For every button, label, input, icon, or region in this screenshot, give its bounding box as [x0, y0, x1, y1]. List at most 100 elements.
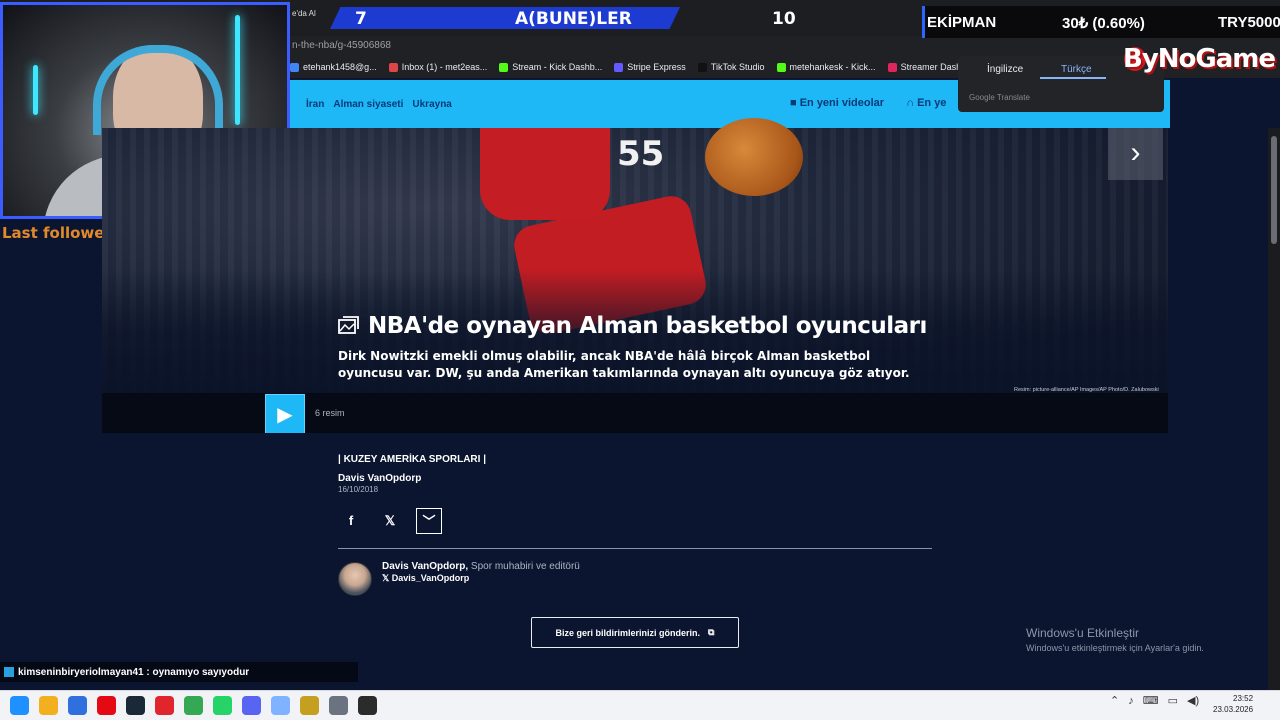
nav-item-iran[interactable]: İran: [306, 99, 324, 110]
score-right-value: 10: [772, 9, 796, 29]
x-icon: 𝕏: [382, 573, 392, 583]
netflix-icon[interactable]: [97, 696, 116, 715]
bookmark-item[interactable]: TikTok Studio: [697, 62, 765, 72]
article-category[interactable]: | KUZEY AMERİKA SPORLARI |: [338, 454, 486, 465]
opera-icon[interactable]: [155, 696, 174, 715]
chat-message: kimseninbiryeriolmayan41 : oynamıyo sayı…: [18, 666, 250, 678]
article-author[interactable]: Davis VanOpdorp: [338, 473, 421, 484]
feedback-button[interactable]: Bize geri bildirimlerinizi gönderin. ⧉: [531, 617, 739, 648]
author-x-link[interactable]: 𝕏 Davis_VanOpdorp: [382, 573, 469, 584]
facebook-icon: f: [348, 513, 354, 528]
chrome-icon[interactable]: [184, 696, 203, 715]
network-app-icon[interactable]: [271, 696, 290, 715]
whatsapp-icon[interactable]: [213, 696, 232, 715]
steam-icon[interactable]: [126, 696, 145, 715]
divider: [338, 548, 932, 549]
equipment-label: EKİPMAN: [927, 14, 997, 31]
system-tray: ⌃ ♪ ⌨ ▭ ◀): [1110, 694, 1199, 708]
bookmark-item[interactable]: etehank1458@g...: [290, 62, 377, 72]
clock[interactable]: 23:52 23.03.2026: [1213, 693, 1253, 715]
chevron-up-icon[interactable]: ⌃: [1110, 694, 1119, 707]
bookmark-item[interactable]: Stripe Express: [614, 62, 686, 72]
bookmark-icon: [887, 62, 897, 72]
bookmark-label: etehank1458@g...: [303, 62, 377, 72]
start-icon[interactable]: [10, 696, 29, 715]
bookmark-label: Inbox (1) - met2eas...: [401, 62, 488, 72]
gallery-bar: [102, 393, 1168, 433]
bookmark-label: Stream - Kick Dashb...: [512, 62, 603, 72]
headphones-icon: ∩: [906, 97, 918, 109]
gallery-icon: [338, 316, 359, 334]
bookmark-icon: [614, 62, 624, 72]
chat-overlay: kimseninbiryeriolmayan41 : oynamıyo sayı…: [0, 662, 358, 682]
bookmark-item[interactable]: Stream - Kick Dashb...: [499, 62, 602, 72]
discord-icon[interactable]: [242, 696, 261, 715]
taskbar: [0, 690, 1280, 720]
article-body: [102, 433, 1168, 688]
bookmark-icon: [697, 62, 707, 72]
author-bio-name[interactable]: Davis VanOpdorp,: [382, 561, 468, 572]
author-role: Spor muhabiri ve editörü: [468, 561, 580, 572]
windows-activation-title: Windows'u Etkinleştir: [1026, 626, 1139, 640]
browser-tab-fragment[interactable]: e'da Al: [292, 9, 316, 18]
equipment-value: 30₺ (0.60%): [1062, 15, 1145, 32]
latest-audio-link[interactable]: ∩ En ye: [906, 97, 946, 109]
obs-icon[interactable]: [358, 696, 377, 715]
translate-target-tab[interactable]: Türkçe: [1061, 64, 1092, 75]
bookmark-icon: [388, 62, 398, 72]
neon-light: [33, 65, 38, 115]
copy-icon: ⧉: [708, 627, 715, 637]
nav-item-ukraine[interactable]: Ukrayna: [412, 99, 451, 110]
feedback-label: Bize geri bildirimlerinizi gönderin.: [555, 627, 701, 638]
neon-light: [235, 15, 240, 125]
play-gallery-button[interactable]: ▶: [265, 394, 305, 434]
chevron-down-icon: ﹀: [422, 514, 436, 529]
share-buttons: f 𝕏 ﹀: [338, 508, 442, 534]
scrollbar-thumb[interactable]: [1271, 136, 1277, 244]
publish-date: 16/10/2018: [338, 485, 379, 494]
file-explorer-icon[interactable]: [39, 696, 58, 715]
bookmark-item[interactable]: metehankesk - Kick...: [776, 62, 876, 72]
x-icon: 𝕏: [384, 513, 396, 528]
jersey-number: 55: [617, 134, 665, 174]
article-title-text: NBA'de oynayan Alman basketbol oyuncular…: [368, 313, 927, 339]
clock-time: 23:52: [1233, 694, 1254, 703]
brave-app-icon[interactable]: [300, 696, 319, 715]
translate-footer: Google Translate: [969, 93, 1030, 102]
nav-media-links: ■ En yeni videolar ∩ En ye: [790, 97, 946, 109]
chevron-right-icon[interactable]: ›: [1108, 128, 1163, 180]
store-icon[interactable]: [68, 696, 87, 715]
author-bio: Davis VanOpdorp, Spor muhabiri ve editör…: [382, 561, 580, 572]
bookmark-item[interactable]: Inbox (1) - met2eas...: [388, 62, 488, 72]
image-count: 6 resim: [315, 408, 345, 418]
author-avatar[interactable]: [338, 562, 372, 596]
microphone-icon[interactable]: ♪: [1128, 695, 1134, 707]
more-share-button[interactable]: ﹀: [416, 508, 442, 534]
latest-videos-label: En yeni videolar: [799, 97, 885, 109]
team-name: A(BUNE)LER: [515, 9, 632, 29]
article-description: Dirk Nowitzki emekli olmuş olabilir, anc…: [338, 349, 910, 380]
basketball: [705, 118, 803, 196]
keyboard-icon[interactable]: ⌨: [1143, 694, 1159, 707]
bookmark-label: Stripe Express: [627, 62, 686, 72]
settings-icon[interactable]: [329, 696, 348, 715]
score-left-value: 7: [355, 9, 367, 29]
windows-activation-subtitle: Windows'u etkinleştirmek için Ayarlar'a …: [1026, 643, 1204, 653]
x-share-button[interactable]: 𝕏: [377, 508, 403, 534]
headset: [93, 45, 223, 135]
author-handle: Davis_VanOpdorp: [391, 573, 470, 583]
article-title: NBA'de oynayan Alman basketbol oyuncular…: [338, 313, 927, 339]
bookmark-icon: [776, 62, 786, 72]
latest-videos-link[interactable]: ■ En yeni videolar: [790, 97, 884, 109]
facebook-share-button[interactable]: f: [338, 508, 364, 534]
translate-source-tab[interactable]: İngilizce: [987, 64, 1023, 75]
clock-date: 23.03.2026: [1213, 705, 1254, 714]
bookmark-icon: [290, 62, 299, 72]
video-icon: ■: [790, 97, 800, 109]
network-icon[interactable]: ▭: [1168, 694, 1178, 707]
volume-icon[interactable]: ◀): [1187, 694, 1199, 707]
translate-active-indicator: [1040, 77, 1106, 79]
nav-item-german-politics[interactable]: Alman siyaseti: [333, 99, 403, 110]
chat-icon: [4, 667, 14, 677]
latest-audio-label: En ye: [917, 97, 947, 109]
